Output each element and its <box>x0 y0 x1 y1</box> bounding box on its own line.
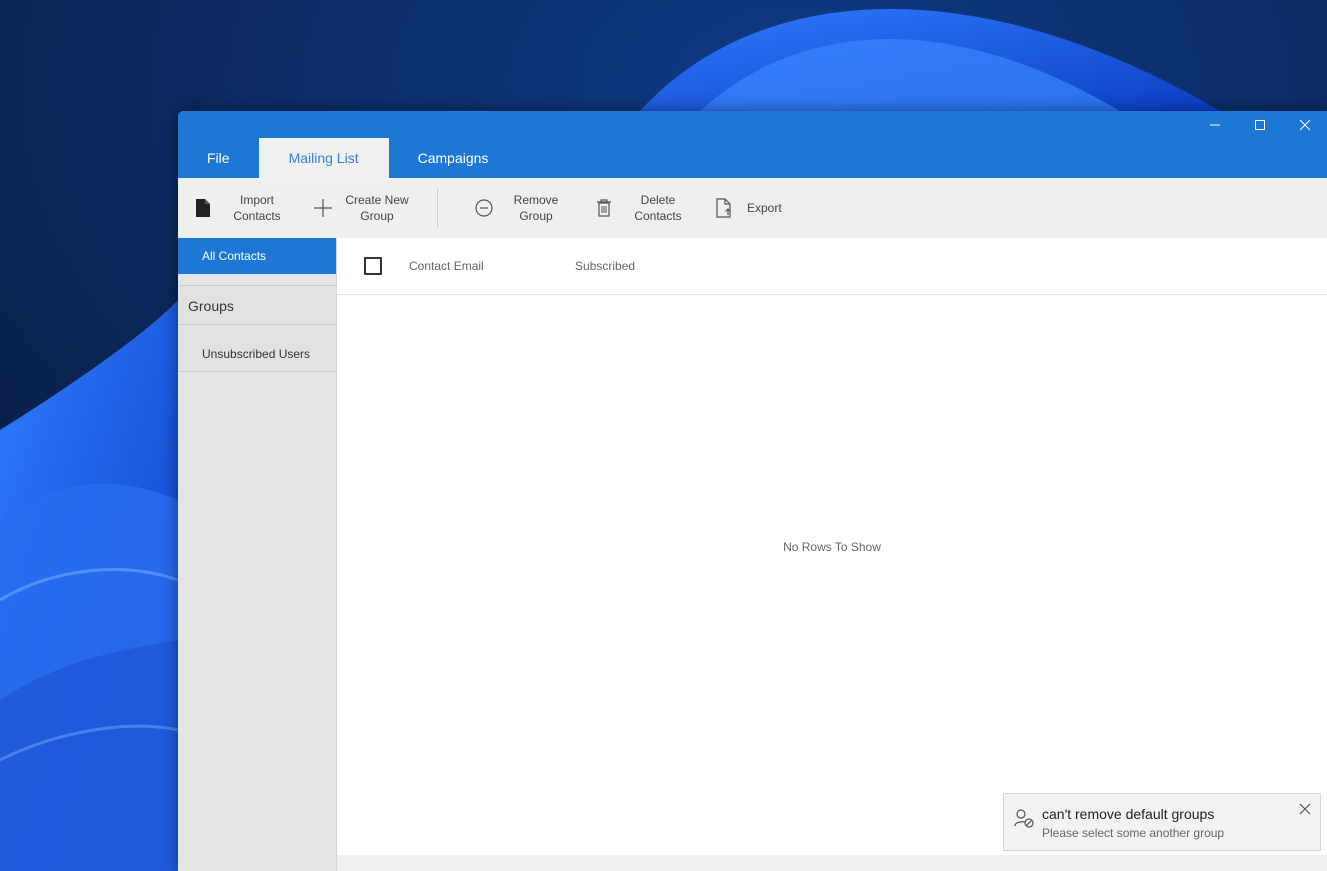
export-button[interactable]: Export <box>713 178 782 238</box>
export-file-icon <box>713 197 735 219</box>
app-window: File Mailing List Campaigns Import Conta… <box>178 111 1327 871</box>
sidebar-item-all-contacts[interactable]: All Contacts <box>178 238 336 274</box>
ribbon-toolbar: Import Contacts Create New Group Remove … <box>178 178 1327 239</box>
document-icon <box>192 197 214 219</box>
empty-grid-message: No Rows To Show <box>783 540 881 554</box>
export-label: Export <box>747 201 782 215</box>
remove-group-button[interactable]: Remove Group <box>473 178 562 238</box>
remove-group-label: Remove Group <box>513 193 559 223</box>
select-all-checkbox[interactable] <box>364 257 382 275</box>
import-contacts-label: Import Contacts <box>233 193 281 223</box>
contacts-grid: Contact Email Subscribed No Rows To Show <box>337 238 1327 855</box>
maximize-icon <box>1254 120 1265 130</box>
toast-message: Please select some another group <box>1042 826 1225 840</box>
window-controls <box>1192 111 1327 139</box>
plus-icon <box>312 197 334 219</box>
sidebar-item-unsubscribed-users[interactable]: Unsubscribed Users <box>178 325 336 372</box>
grid-header: Contact Email Subscribed <box>337 238 1327 295</box>
import-contacts-button[interactable]: Import Contacts <box>192 178 284 238</box>
close-icon <box>1299 803 1311 815</box>
create-new-group-button[interactable]: Create New Group <box>312 178 410 238</box>
delete-contacts-label: Delete Contacts <box>634 193 682 223</box>
column-header-contact-email[interactable]: Contact Email <box>409 259 484 273</box>
minimize-button[interactable] <box>1192 111 1237 139</box>
user-blocked-icon <box>1014 808 1034 833</box>
toast-close-button[interactable] <box>1298 802 1312 816</box>
minus-circle-icon <box>473 197 495 219</box>
toast-notification: can't remove default groups Please selec… <box>1003 793 1321 851</box>
tab-file[interactable]: File <box>178 138 259 178</box>
sidebar-item-groups[interactable]: Groups <box>178 285 336 325</box>
horizontal-scrollbar[interactable] <box>337 855 1327 871</box>
toast-title: can't remove default groups <box>1042 806 1215 822</box>
title-bar: File Mailing List Campaigns <box>178 111 1327 178</box>
create-new-group-label: Create New Group <box>345 193 409 223</box>
close-icon <box>1299 119 1310 131</box>
tab-campaigns[interactable]: Campaigns <box>389 138 518 178</box>
maximize-button[interactable] <box>1237 111 1282 139</box>
menu-tabs: File Mailing List Campaigns <box>178 138 517 178</box>
minimize-icon <box>1209 124 1220 126</box>
trash-icon <box>593 197 615 219</box>
column-header-subscribed[interactable]: Subscribed <box>575 259 635 273</box>
ribbon-separator <box>437 188 438 228</box>
close-window-button[interactable] <box>1282 111 1327 139</box>
tab-mailing-list[interactable]: Mailing List <box>258 138 389 178</box>
delete-contacts-button[interactable]: Delete Contacts <box>593 178 685 238</box>
sidebar: All Contacts Groups Unsubscribed Users <box>178 238 337 871</box>
